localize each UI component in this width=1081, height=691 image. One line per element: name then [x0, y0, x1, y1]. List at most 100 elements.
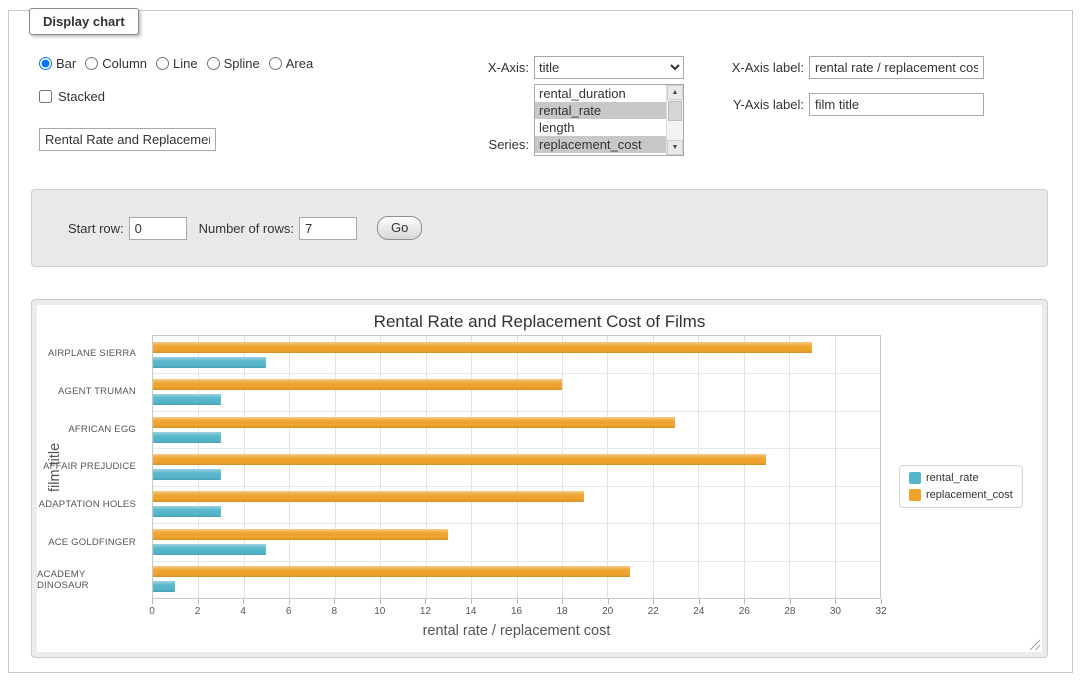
- x-tick-mark: [744, 599, 745, 604]
- bar-replacement_cost[interactable]: [153, 454, 766, 465]
- chart-type-option-spline[interactable]: Spline: [207, 56, 260, 71]
- chart-title: Rental Rate and Replacement Cost of Film…: [37, 312, 1042, 332]
- x-tick-label: 8: [331, 606, 337, 617]
- x-axis-label-input[interactable]: [809, 56, 984, 79]
- x-tick-mark: [881, 599, 882, 604]
- chart-type-label-line: Line: [173, 56, 198, 71]
- legend-item-rental_rate[interactable]: rental_rate: [909, 472, 1013, 484]
- legend-item-replacement_cost[interactable]: replacement_cost: [909, 489, 1013, 501]
- x-tick-label: 30: [830, 606, 841, 617]
- scrollbar-down-icon[interactable]: ▼: [667, 140, 683, 155]
- x-tick-label: 18: [557, 606, 568, 617]
- num-rows-label: Number of rows:: [199, 221, 294, 236]
- bar-replacement_cost[interactable]: [153, 379, 562, 390]
- chart-container: Rental Rate and Replacement Cost of Film…: [31, 299, 1048, 658]
- bar-replacement_cost[interactable]: [153, 566, 630, 577]
- x-tick-label: 10: [374, 606, 385, 617]
- x-tick-mark: [517, 599, 518, 604]
- x-axis-label-field: X-Axis label:: [716, 56, 1048, 79]
- x-tick-label: 14: [465, 606, 476, 617]
- x-tick-label: 28: [784, 606, 795, 617]
- bar-replacement_cost[interactable]: [153, 491, 584, 502]
- bar-replacement_cost[interactable]: [153, 342, 812, 353]
- bar-replacement_cost[interactable]: [153, 529, 448, 540]
- bar-rental_rate[interactable]: [153, 581, 175, 592]
- num-rows-input[interactable]: [299, 217, 357, 240]
- chart-type-label-spline: Spline: [224, 56, 260, 71]
- chart-title-input[interactable]: [39, 128, 216, 151]
- chart-type-radio-line[interactable]: [156, 57, 169, 70]
- start-row-label: Start row:: [68, 221, 124, 236]
- chart-type-label-area: Area: [286, 56, 313, 71]
- x-tick-label: 4: [240, 606, 246, 617]
- series-scrollbar[interactable]: ▲ ▼: [666, 85, 683, 155]
- bar-rental_rate[interactable]: [153, 432, 221, 443]
- series-options: rental_durationrental_ratelengthreplacem…: [535, 85, 666, 153]
- x-tick-mark: [608, 599, 609, 604]
- bar-rental_rate[interactable]: [153, 357, 266, 368]
- y-axis-label-input[interactable]: [809, 93, 984, 116]
- category-label: AIRPLANE SIERRA: [37, 335, 144, 373]
- resize-handle-icon[interactable]: [1029, 639, 1040, 650]
- series-option-rental_duration[interactable]: rental_duration: [535, 85, 666, 102]
- category-label: ADAPTATION HOLES: [37, 486, 144, 524]
- x-tick-mark: [699, 599, 700, 604]
- category-label: ACE GOLDFINGER: [37, 524, 144, 562]
- x-tick-mark: [198, 599, 199, 604]
- series-option-rental_rate[interactable]: rental_rate: [535, 102, 666, 119]
- scrollbar-up-icon[interactable]: ▲: [667, 85, 683, 100]
- bar-group: [153, 523, 880, 560]
- y-category-labels: AIRPLANE SIERRAAGENT TRUMANAFRICAN EGGAF…: [37, 335, 144, 599]
- start-row-input[interactable]: [129, 217, 187, 240]
- x-tick-labels: 02468101214161820222426283032: [152, 606, 881, 618]
- stacked-checkbox[interactable]: [39, 90, 52, 103]
- series-field: Series: rental_durationrental_ratelength…: [471, 84, 716, 156]
- chart-type-radio-spline[interactable]: [207, 57, 220, 70]
- bar-rental_rate[interactable]: [153, 394, 221, 405]
- x-axis-select[interactable]: title: [534, 56, 684, 79]
- chart-type-radio-area[interactable]: [269, 57, 282, 70]
- chart-type-radio-bar[interactable]: [39, 57, 52, 70]
- chart-type-radio-column[interactable]: [85, 57, 98, 70]
- x-tick-mark: [243, 599, 244, 604]
- legend-label-rental_rate: rental_rate: [926, 472, 979, 484]
- x-tick-marks: [152, 599, 881, 604]
- y-axis-label-label: Y-Axis label:: [716, 93, 804, 116]
- category-label: ACADEMY DINOSAUR: [37, 561, 144, 599]
- panel-title: Display chart: [29, 8, 139, 35]
- bar-rental_rate[interactable]: [153, 469, 221, 480]
- chart-type-option-area[interactable]: Area: [269, 56, 313, 71]
- axis-series-column: X-Axis: title Series: rental_durationren…: [471, 56, 716, 161]
- series-option-length[interactable]: length: [535, 119, 666, 136]
- series-listbox[interactable]: rental_durationrental_ratelengthreplacem…: [534, 84, 684, 156]
- x-tick-mark: [152, 599, 153, 604]
- chart-type-option-line[interactable]: Line: [156, 56, 198, 71]
- scrollbar-thumb[interactable]: [668, 101, 682, 121]
- chart-type-option-bar[interactable]: Bar: [39, 56, 76, 71]
- display-chart-panel: Display chart Bar Column Line Spline Area St…: [8, 10, 1073, 673]
- chart-type-label-column: Column: [102, 56, 147, 71]
- go-button[interactable]: Go: [377, 216, 422, 240]
- bar-replacement_cost[interactable]: [153, 417, 675, 428]
- bar-rental_rate[interactable]: [153, 506, 221, 517]
- stacked-option[interactable]: Stacked: [39, 89, 471, 104]
- x-tick-mark: [334, 599, 335, 604]
- bar-group: [153, 561, 880, 598]
- chart-controls: Bar Column Line Spline Area Stacked X-Axis: …: [31, 56, 1048, 161]
- series-option-replacement_cost[interactable]: replacement_cost: [535, 136, 666, 153]
- bar-group: [153, 411, 880, 448]
- axis-labels-column: X-Axis label: Y-Axis label:: [716, 56, 1048, 130]
- x-tick-label: 12: [420, 606, 431, 617]
- x-tick-mark: [425, 599, 426, 604]
- bar-group: [153, 448, 880, 485]
- x-axis-label-label: X-Axis label:: [716, 56, 804, 79]
- x-tick-label: 6: [286, 606, 292, 617]
- bar-group: [153, 486, 880, 523]
- x-tick-mark: [835, 599, 836, 604]
- x-tick-label: 2: [195, 606, 201, 617]
- legend-label-replacement_cost: replacement_cost: [926, 489, 1013, 501]
- x-tick-label: 16: [511, 606, 522, 617]
- chart-type-option-column[interactable]: Column: [85, 56, 147, 71]
- bar-group: [153, 373, 880, 410]
- bar-rental_rate[interactable]: [153, 544, 266, 555]
